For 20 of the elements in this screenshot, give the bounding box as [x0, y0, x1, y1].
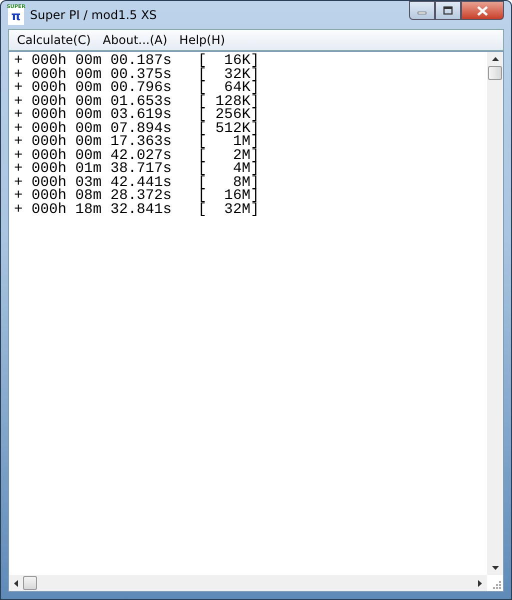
left-arrow-icon: [14, 580, 18, 586]
size-grip-icon[interactable]: [491, 579, 501, 589]
right-arrow-icon: [478, 580, 482, 586]
horizontal-scrollbar[interactable]: [9, 575, 487, 591]
scroll-thumb[interactable]: [488, 66, 502, 80]
result-line: + 000h 18m 32.841s [ 32M]: [14, 204, 260, 217]
close-icon: [477, 6, 488, 16]
maximize-button[interactable]: [435, 1, 461, 20]
menu-item[interactable]: About...(A): [96, 33, 174, 47]
menu-item[interactable]: Calculate(C): [11, 33, 97, 47]
vertical-scrollbar[interactable]: [487, 52, 503, 575]
down-arrow-icon: [492, 566, 498, 570]
close-button[interactable]: [461, 1, 504, 20]
minimize-button[interactable]: [409, 1, 435, 20]
maximize-icon: [443, 6, 453, 15]
scroll-thumb[interactable]: [23, 576, 37, 590]
window-title: Super PI / mod1.5 XS: [30, 8, 158, 22]
result-line: + 000h 00m 00.187s [ 16K]: [14, 55, 260, 68]
up-arrow-icon: [492, 57, 498, 61]
menu-item[interactable]: Help(H): [173, 33, 232, 47]
